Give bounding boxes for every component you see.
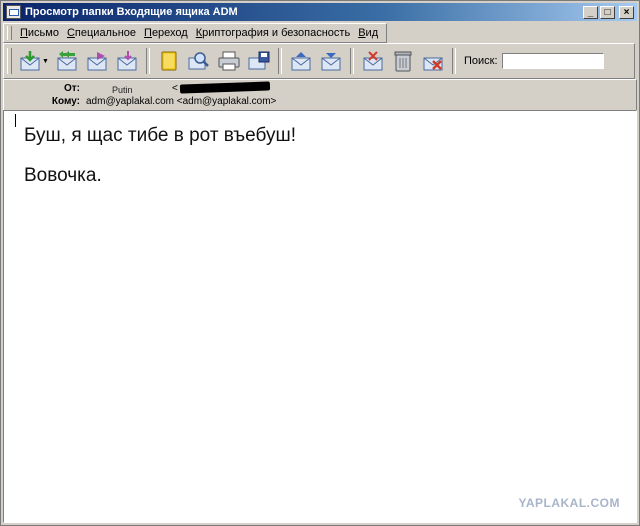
print-button[interactable] — [214, 47, 244, 75]
close-button[interactable]: × — [619, 5, 634, 19]
redaction-bar — [179, 81, 271, 94]
search-input[interactable] — [501, 53, 604, 69]
delete-button[interactable] — [418, 47, 448, 75]
previous-message-icon — [291, 52, 311, 71]
to-label: Кому: — [51, 96, 80, 107]
message-headers: От: Putin < Кому: adm@yaplakal.com <adm@… — [3, 79, 637, 111]
delete-icon — [423, 57, 443, 71]
search-label: Поиск: — [464, 55, 498, 67]
maximize-button[interactable]: □ — [600, 5, 615, 19]
get-mail-button[interactable] — [16, 47, 46, 75]
toolbar-separator — [452, 48, 456, 74]
from-address[interactable]: < — [172, 83, 178, 94]
trash-icon — [394, 51, 412, 72]
new-message-icon — [117, 51, 137, 71]
find-button[interactable] — [184, 47, 214, 75]
address-book-icon — [161, 51, 177, 71]
new-message-button[interactable] — [112, 47, 142, 75]
reply-icon — [57, 51, 77, 71]
message-line: Буш, я щас тибе в рот въебуш! — [24, 125, 296, 146]
menu-item-go[interactable]: Переход — [140, 27, 192, 39]
from-name[interactable]: Putin — [112, 85, 133, 95]
watermark: YAPLAKAL.COM — [518, 496, 620, 510]
toolbar-separator — [146, 48, 150, 74]
save-button[interactable] — [244, 47, 274, 75]
mark-read-icon — [363, 51, 383, 71]
toolbar-separator — [278, 48, 282, 74]
menu-bar: Письмо Специальное Переход Криптография … — [3, 23, 388, 43]
mail-viewer-window: Просмотр папки Входящие ящика ADM _ □ × … — [0, 0, 640, 526]
window-title: Просмотр папки Входящие ящика ADM — [25, 6, 238, 18]
message-body[interactable]: Буш, я щас тибе в рот въебуш! Вовочка. Y… — [3, 110, 637, 523]
print-icon — [218, 51, 240, 71]
text-cursor — [15, 114, 16, 127]
address-book-button[interactable] — [154, 47, 184, 75]
to-address[interactable]: adm@yaplakal.com <adm@yaplakal.com> — [86, 96, 276, 107]
mail-app-icon — [6, 5, 21, 19]
toolbar: ▼ Поиск: — [3, 43, 635, 79]
from-label: От: — [63, 83, 80, 94]
trash-button[interactable] — [388, 47, 418, 75]
minimize-button[interactable]: _ — [583, 5, 598, 19]
reply-button[interactable] — [52, 47, 82, 75]
forward-button[interactable] — [82, 47, 112, 75]
find-icon — [188, 52, 209, 70]
menu-item-view[interactable]: Вид — [354, 27, 382, 39]
toolbar-separator — [350, 48, 354, 74]
message-signature: Вовочка. — [24, 165, 102, 186]
next-message-icon — [321, 53, 341, 71]
forward-icon — [87, 52, 107, 71]
toolbar-grip[interactable] — [7, 48, 12, 74]
get-mail-icon — [20, 51, 40, 71]
save-icon — [248, 51, 270, 70]
menu-item-special[interactable]: Специальное — [63, 27, 140, 39]
menu-grip[interactable] — [7, 26, 12, 40]
menu-item-crypto[interactable]: Криптография и безопасность — [192, 27, 354, 39]
menu-item-letter[interactable]: Письмо — [16, 27, 63, 39]
title-bar[interactable]: Просмотр папки Входящие ящика ADM _ □ × — [3, 3, 637, 21]
next-message-button[interactable] — [316, 47, 346, 75]
previous-message-button[interactable] — [286, 47, 316, 75]
mark-read-button[interactable] — [358, 47, 388, 75]
